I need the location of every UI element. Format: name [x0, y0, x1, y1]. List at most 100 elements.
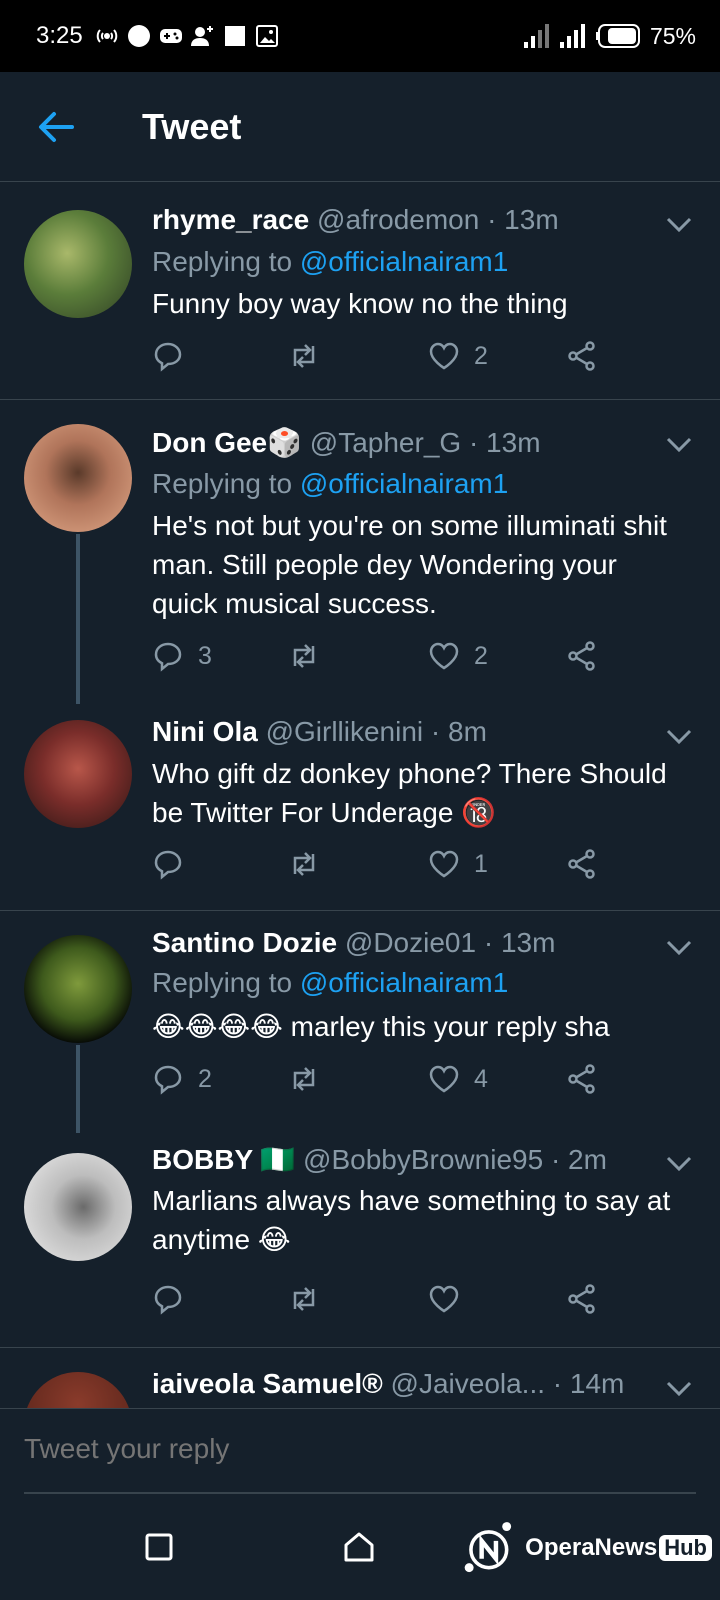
- like-button[interactable]: 1: [428, 848, 488, 880]
- mention-link[interactable]: @officialnairam1: [300, 468, 508, 499]
- avatar[interactable]: [24, 424, 132, 532]
- like-button[interactable]: [428, 1283, 474, 1315]
- tweet-item[interactable]: iaiveola Samuel® @Jaiveola... · 14m: [0, 1348, 720, 1408]
- status-icons-right: 75%: [523, 23, 696, 50]
- mention-link[interactable]: @officialnairam1: [300, 967, 508, 998]
- back-arrow-icon: [39, 111, 74, 142]
- tweet-header: Santino Dozie @Dozie01 · 13m: [152, 927, 650, 959]
- display-name[interactable]: rhyme_race: [152, 204, 309, 235]
- system-nav-bar: OperaNews Hub: [0, 1494, 720, 1600]
- battery-icon: [595, 24, 640, 48]
- like-button[interactable]: 4: [428, 1063, 488, 1095]
- comment-icon: [154, 1285, 182, 1315]
- share-icon: [568, 849, 595, 879]
- retweet-icon: [293, 1287, 315, 1311]
- heart-icon: [429, 1285, 459, 1313]
- handle-and-time: @BobbyBrownie95 · 2m: [303, 1144, 607, 1175]
- chevron-down-icon[interactable]: [666, 436, 692, 454]
- display-name[interactable]: iaiveola Samuel®: [152, 1368, 383, 1399]
- avatar[interactable]: [24, 210, 132, 318]
- mention-link[interactable]: @officialnairam1: [300, 246, 508, 277]
- operanews-logo-icon: [464, 1522, 512, 1573]
- avatar[interactable]: [24, 1372, 132, 1408]
- share-button[interactable]: [566, 848, 598, 880]
- tweet-item[interactable]: Don Gee🎲 @Tapher_G · 13m Replying to @of…: [0, 400, 720, 704]
- tweet-text: Marlians always have something to say at…: [152, 1185, 671, 1255]
- retweet-button[interactable]: [288, 340, 320, 372]
- status-bar: 3:25 75%: [0, 0, 720, 72]
- like-button[interactable]: 2: [428, 340, 488, 372]
- retweet-icon: [293, 644, 315, 668]
- thread-line: [76, 534, 80, 704]
- retweet-icon: [293, 852, 315, 876]
- dot-icon: [127, 25, 150, 47]
- reply-input[interactable]: [24, 1433, 624, 1465]
- tweet-actions: 1: [152, 848, 612, 888]
- page-title: Tweet: [142, 105, 242, 147]
- home-button[interactable]: [334, 1522, 384, 1572]
- reply-composer: [0, 1408, 720, 1494]
- handle-and-time: @Jaiveola... · 14m: [390, 1368, 625, 1399]
- back-button[interactable]: [26, 97, 86, 157]
- reply-button[interactable]: [152, 848, 198, 880]
- replying-to: Replying to @officialnairam1: [152, 246, 509, 277]
- gamepad-icon: [159, 29, 182, 43]
- reply-button[interactable]: 3: [152, 640, 212, 672]
- retweet-button[interactable]: [288, 640, 320, 672]
- watermark-hub: Hub: [659, 1535, 712, 1561]
- tweet-item[interactable]: BOBBY 🇳🇬 @BobbyBrownie95 · 2m Marlians a…: [0, 1133, 720, 1347]
- reply-button[interactable]: [152, 340, 198, 372]
- tweet-actions: 2: [152, 340, 612, 380]
- avatar[interactable]: [24, 720, 132, 828]
- chevron-down-icon[interactable]: [666, 939, 692, 957]
- share-icon: [568, 1064, 595, 1094]
- chevron-down-icon[interactable]: [666, 1155, 692, 1173]
- display-name[interactable]: Nini Ola: [152, 716, 258, 747]
- tweet-header: BOBBY 🇳🇬 @BobbyBrownie95 · 2m: [152, 1143, 650, 1176]
- tweet-item[interactable]: Santino Dozie @Dozie01 · 13m Replying to…: [0, 911, 720, 1133]
- tweet-header: Nini Ola @Girllikenini · 8m: [152, 716, 650, 748]
- retweet-icon: [293, 344, 315, 368]
- share-button[interactable]: [566, 1063, 598, 1095]
- watermark-text: OperaNews: [525, 1534, 658, 1561]
- square-icon: [145, 1533, 173, 1561]
- share-button[interactable]: [566, 340, 598, 372]
- display-name[interactable]: Don Gee🎲: [152, 427, 302, 458]
- chevron-down-icon[interactable]: [666, 1380, 692, 1398]
- comment-icon: [154, 850, 182, 880]
- heart-icon: [429, 850, 459, 878]
- add-user-icon: [190, 26, 213, 46]
- square-icon: [224, 26, 245, 46]
- retweet-icon: [293, 1067, 315, 1091]
- retweet-button[interactable]: [288, 1063, 320, 1095]
- tweet-actions: 2 4: [152, 1063, 612, 1103]
- replying-to: Replying to @officialnairam1: [152, 468, 509, 499]
- tweet-header: Don Gee🎲 @Tapher_G · 13m: [152, 426, 650, 459]
- tweet-feed[interactable]: rhyme_race @afrodemon · 13m Replying to …: [0, 186, 720, 1408]
- share-button[interactable]: [566, 1283, 598, 1315]
- tweet-header: rhyme_race @afrodemon · 13m: [152, 204, 650, 236]
- tweet-text: 😂😂😂😂 marley this your reply sha: [152, 1011, 610, 1042]
- display-name[interactable]: BOBBY 🇳🇬: [152, 1144, 295, 1175]
- signal-icon: [559, 24, 585, 48]
- reply-button[interactable]: 2: [152, 1063, 212, 1095]
- avatar[interactable]: [24, 935, 132, 1043]
- display-name[interactable]: Santino Dozie: [152, 927, 337, 958]
- home-icon: [344, 1532, 374, 1562]
- retweet-button[interactable]: [288, 1283, 320, 1315]
- tweet-item[interactable]: Nini Ola @Girllikenini · 8m Who gift dz …: [0, 704, 720, 910]
- like-button[interactable]: 2: [428, 640, 488, 672]
- tweet-item[interactable]: rhyme_race @afrodemon · 13m Replying to …: [0, 186, 720, 399]
- recents-button[interactable]: [134, 1522, 184, 1572]
- image-icon: [255, 25, 278, 47]
- status-icons-left: [95, 24, 279, 48]
- avatar[interactable]: [24, 1153, 132, 1261]
- signal-icon: [523, 24, 549, 48]
- chevron-down-icon[interactable]: [666, 216, 692, 234]
- retweet-button[interactable]: [288, 848, 320, 880]
- reply-button[interactable]: [152, 1283, 198, 1315]
- share-button[interactable]: [566, 640, 598, 672]
- replying-to: Replying to @officialnairam1: [152, 967, 509, 998]
- thread-line: [76, 1045, 80, 1133]
- chevron-down-icon[interactable]: [666, 728, 692, 746]
